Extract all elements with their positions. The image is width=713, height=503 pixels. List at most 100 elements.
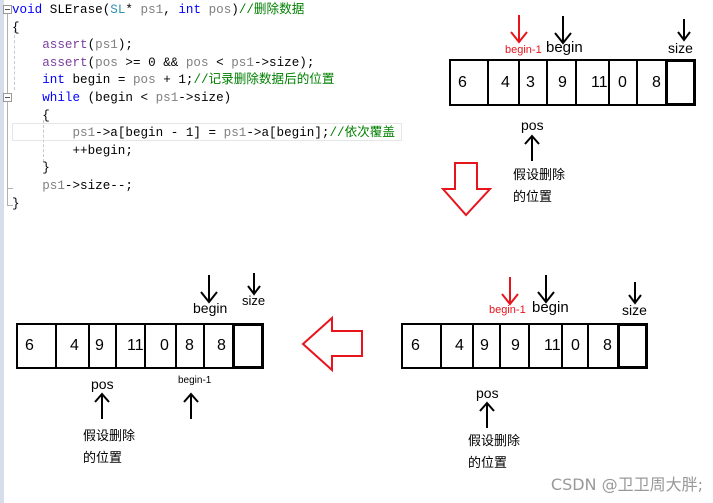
arrow-down-icon (501, 277, 519, 306)
code-token: int (178, 3, 202, 17)
array-cell-size-slot (232, 323, 264, 369)
code-token: ) (231, 3, 239, 17)
label-pos: pos (521, 117, 544, 133)
code-token: ps1 (223, 126, 247, 141)
label-begin: begin (546, 39, 583, 56)
code-token: begin = (64, 73, 133, 88)
array-cell: 6 (16, 323, 57, 369)
arrow-down-icon (677, 19, 691, 42)
code-token: int (42, 73, 65, 88)
label-begin-minus-1: begin-1 (489, 304, 526, 316)
code-token: } (12, 161, 50, 176)
array-cell: 8 (587, 323, 619, 369)
array-cell-size-slot (617, 323, 648, 369)
code-line: { (12, 108, 50, 125)
code-token: ++begin; (12, 143, 133, 158)
code-token: ps1 (231, 55, 254, 70)
code-token: assert (42, 55, 88, 70)
code-token: >= 0 && (117, 55, 186, 70)
code-token: assert (42, 38, 88, 53)
code-token: * (125, 3, 141, 17)
label-size: size (668, 40, 693, 56)
code-line: int begin = pos + 1;//记录删除数据后的位置 (12, 72, 335, 89)
array-cell: 3 (518, 59, 548, 106)
array-cell: 8 (203, 323, 234, 369)
code-token: ->size) (178, 91, 232, 105)
arrow-up-icon (94, 392, 110, 419)
array-cell: 6 (401, 323, 442, 369)
array-cell-size-slot (665, 59, 696, 106)
array-cell: 9 (546, 59, 577, 106)
code-token: ps1 (72, 126, 96, 141)
array-cell: 9 (88, 323, 117, 369)
label-size: size (622, 302, 647, 318)
code-token: ->size--; (64, 179, 133, 193)
code-line: while (begin < ps1->size) (12, 90, 231, 107)
code-token: ->a[begin - 1] = (95, 126, 224, 141)
code-token: + 1; (155, 73, 194, 88)
array-cell: 11 (115, 323, 146, 369)
code-token: pos (132, 73, 156, 88)
array-cell: 0 (608, 59, 638, 106)
label-begin-minus-1: begin-1 (178, 375, 212, 386)
code-token: ); (117, 38, 133, 53)
code-line: } (12, 160, 50, 177)
array-cell: 8 (175, 323, 205, 369)
array-cell: 4 (55, 323, 90, 369)
code-token: ->a[begin]; (246, 126, 330, 141)
watermark: CSDN @卫卫周大胖; (550, 475, 703, 494)
big-arrow-down-icon (440, 162, 493, 217)
code-line: } (12, 196, 20, 213)
code-line: ps1->size--; (12, 178, 133, 195)
arrow-up-icon (524, 134, 540, 161)
array-cell: 4 (440, 323, 474, 369)
code-line: { (12, 20, 20, 37)
code-token: , (163, 3, 179, 17)
array-cell: 9 (499, 323, 530, 369)
array-cell: 4 (487, 59, 520, 106)
code-token: SLErase( (42, 3, 111, 17)
label-begin: begin (532, 299, 569, 316)
code-token: { (12, 108, 50, 123)
label-size: size (242, 293, 266, 308)
code-token: ps1 (95, 38, 118, 53)
arrow-up-icon (479, 401, 495, 428)
label-begin: begin (193, 300, 228, 316)
array-cell: 8 (636, 59, 667, 106)
label-pos: pos (476, 385, 499, 401)
array-cell: 11 (528, 323, 563, 369)
code-line: ++begin; (12, 143, 133, 160)
editor-left-strip (0, 0, 4, 503)
note-line-2: 的位置 (513, 190, 553, 205)
fold-toggle-icon[interactable] (3, 5, 12, 14)
array-cell: 11 (575, 59, 610, 106)
code-line: assert(pos >= 0 && pos < ps1->size); (12, 55, 314, 72)
note-line-1: 假设删除 (83, 429, 136, 444)
code-token: ps1 (42, 179, 65, 193)
array-boxes: 6 4 9 9 11 0 8 (401, 323, 648, 369)
code-token: pos (185, 55, 209, 70)
fold-toggle-icon[interactable] (3, 93, 12, 102)
code-token: (begin < (80, 91, 156, 105)
code-token: //删除数据 (238, 3, 305, 17)
code-token: while (42, 91, 81, 105)
code-token: //记录删除数据后的位置 (193, 73, 335, 88)
code-token: //依次覆盖 (329, 126, 395, 141)
code-token: void (12, 3, 43, 17)
array-boxes: 6 4 3 9 11 0 8 (449, 59, 696, 106)
array-cell: 9 (472, 323, 501, 369)
label-pos: pos (91, 376, 114, 392)
code-token: pos (95, 55, 118, 70)
arrow-down-icon (510, 15, 528, 44)
big-arrow-left-icon (301, 315, 363, 373)
fold-guide (7, 14, 8, 206)
array-cell: 0 (144, 323, 177, 369)
code-token: } (12, 196, 20, 211)
code-line: assert(ps1); (12, 37, 133, 54)
